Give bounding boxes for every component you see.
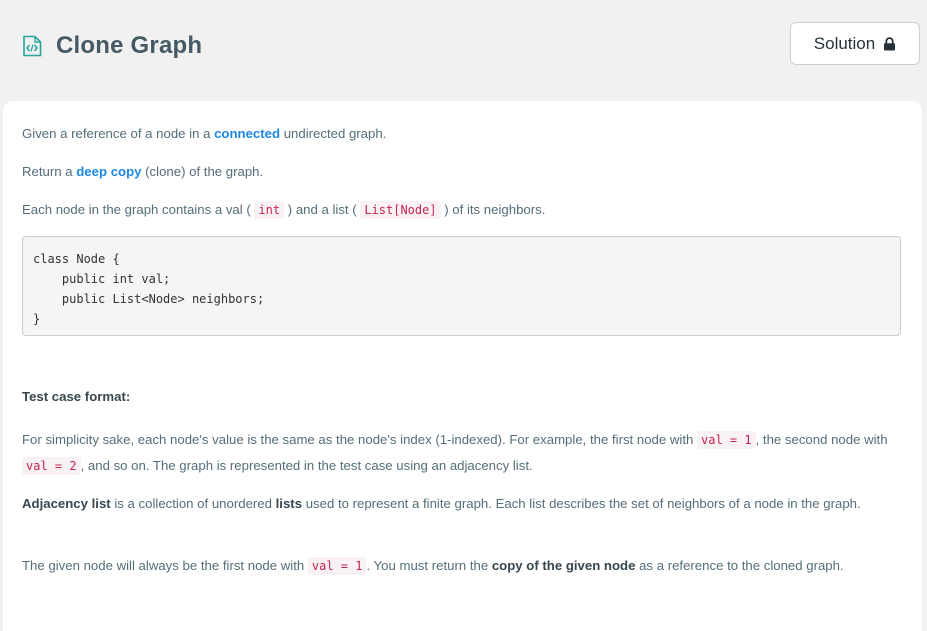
lock-icon: [884, 36, 896, 50]
text: For simplicity sake, each node's value i…: [22, 432, 697, 447]
text: Given a reference of a node in a: [22, 126, 215, 141]
solution-label: Solution: [813, 33, 876, 53]
inline-code: List[Node]: [360, 201, 441, 219]
text: The given node will always be the first …: [22, 558, 308, 573]
text: . You must return the: [366, 558, 492, 573]
intro-paragraph: Given a reference of a node in a connect…: [22, 121, 902, 146]
test-case-heading: Test case format:: [22, 389, 131, 404]
test-case-paragraph: For simplicity sake, each node's value i…: [22, 427, 902, 479]
text: Each node in the graph contains a val (: [22, 202, 255, 217]
deep-copy-link[interactable]: deep copy: [76, 164, 141, 179]
text: as a reference to the cloned graph.: [635, 558, 844, 573]
text: ) of its neighbors.: [440, 202, 546, 217]
code-text: class Node { public int val; public List…: [33, 252, 265, 326]
text: undirected graph.: [280, 126, 387, 141]
text: used to represent a finite graph. Each l…: [302, 496, 861, 511]
page-title: Clone Graph: [56, 32, 203, 59]
title-group: Clone Graph: [21, 32, 202, 60]
bold-text: Adjacency list: [22, 496, 111, 511]
bold-text: copy of the given node: [491, 558, 636, 573]
return-paragraph: Return a deep copy (clone) of the graph.: [22, 159, 902, 184]
text: Return a: [22, 164, 77, 179]
node-paragraph: Each node in the graph contains a val ( …: [22, 197, 902, 223]
problem-header: Clone Graph Solution: [0, 0, 927, 100]
adjacency-paragraph: Adjacency list is a collection of unorde…: [22, 491, 902, 516]
node-class-code-block: class Node { public int val; public List…: [22, 236, 901, 336]
text: (clone) of the graph.: [141, 164, 264, 179]
inline-code: val = 1: [697, 431, 756, 449]
text: , and so on. The graph is represented in…: [80, 458, 533, 473]
text: ) and a list (: [284, 202, 361, 217]
inline-code: val = 1: [307, 557, 367, 575]
given-node-paragraph: The given node will always be the first …: [22, 553, 902, 579]
solution-button[interactable]: Solution: [790, 22, 920, 65]
connected-link[interactable]: connected: [214, 126, 280, 141]
bold-text: lists: [275, 496, 303, 511]
problem-description: Given a reference of a node in a connect…: [3, 101, 922, 631]
text: is a collection of unordered: [110, 496, 276, 511]
inline-code: val = 2: [22, 457, 81, 475]
inline-code: int: [254, 201, 285, 219]
code-file-icon: [23, 35, 42, 57]
text: , the second node with: [755, 432, 888, 447]
